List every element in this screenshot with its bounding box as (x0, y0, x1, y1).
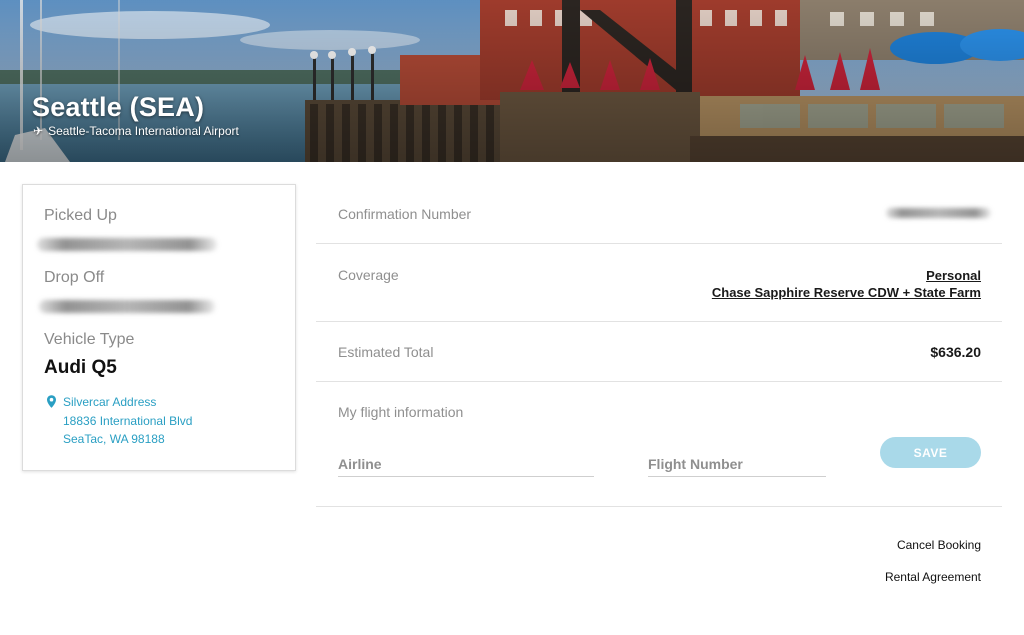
coverage-value: Personal Chase Sapphire Reserve CDW + St… (712, 267, 981, 301)
divider (316, 321, 1002, 322)
save-flight-button[interactable]: SAVE (880, 437, 981, 468)
vehicle-type-label: Vehicle Type (44, 331, 135, 348)
confirmation-label: Confirmation Number (338, 206, 472, 222)
rental-agreement-link[interactable]: Rental Agreement (885, 570, 981, 584)
reservation-summary-card: Picked Up Drop Off Vehicle Type Audi Q5 … (22, 184, 296, 471)
divider (316, 243, 1002, 244)
redacted-dropoff-value (39, 300, 215, 313)
vehicle-name: Audi Q5 (44, 357, 117, 378)
airline-field[interactable] (338, 452, 594, 477)
airport-subtitle: ✈ Seattle-Tacoma International Airport (33, 124, 239, 138)
silvercar-address[interactable]: Silvercar Address 18836 International Bl… (47, 393, 192, 449)
airline-input[interactable] (338, 452, 594, 476)
cancel-booking-link[interactable]: Cancel Booking (897, 538, 981, 552)
redacted-pickup-value (37, 238, 217, 251)
hero-banner: Seattle (SEA) ✈ Seattle-Tacoma Internati… (0, 0, 1024, 162)
coverage-type-link[interactable]: Personal (712, 267, 981, 284)
estimated-total-label: Estimated Total (338, 344, 434, 360)
flight-info-label: My flight information (338, 404, 464, 420)
divider (316, 506, 1002, 507)
address-title: Silvercar Address (63, 395, 157, 409)
map-pin-icon (47, 395, 56, 408)
redacted-confirmation-number (886, 208, 991, 218)
coverage-detail-link[interactable]: Chase Sapphire Reserve CDW + State Farm (712, 284, 981, 301)
picked-up-label: Picked Up (44, 207, 117, 224)
flight-number-input[interactable] (648, 452, 826, 476)
drop-off-label: Drop Off (44, 269, 105, 286)
address-line-2: SeaTac, WA 98188 (63, 432, 165, 446)
divider (316, 381, 1002, 382)
flight-number-field[interactable] (648, 452, 826, 477)
page-title: Seattle (SEA) (32, 92, 205, 122)
coverage-label: Coverage (338, 267, 399, 283)
address-text: Silvercar Address 18836 International Bl… (63, 393, 192, 449)
airplane-icon: ✈ (33, 124, 44, 138)
address-line-1: 18836 International Blvd (63, 413, 193, 428)
estimated-total-value: $636.20 (930, 344, 981, 360)
airport-name: Seattle-Tacoma International Airport (48, 124, 239, 138)
